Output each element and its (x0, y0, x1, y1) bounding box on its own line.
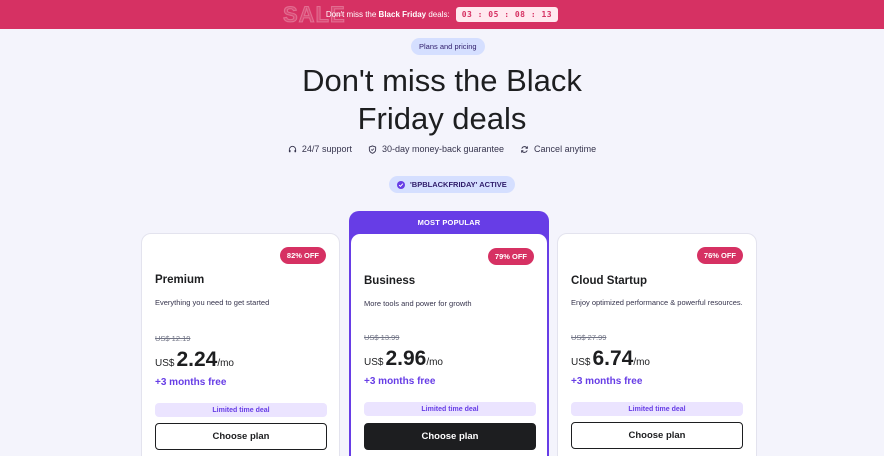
most-popular-ribbon: MOST POPULAR (417, 218, 481, 227)
feature-cancel: Cancel anytime (520, 144, 596, 154)
coupon-badge: 'BPBLACKFRIDAY' ACTIVE (389, 176, 515, 193)
choose-plan-button[interactable]: Choose plan (155, 423, 327, 450)
choose-plan-button[interactable]: Choose plan (364, 423, 536, 450)
original-price: US$ 12.19 (155, 334, 191, 343)
most-popular-wrapper: MOST POPULAR 79% OFF Business More tools… (349, 211, 549, 456)
feature-list: 24/7 support 30-day money-back guarantee… (0, 144, 884, 154)
plan-card-premium: 82% OFF Premium Everything you need to g… (141, 233, 340, 456)
feature-support: 24/7 support (288, 144, 352, 154)
choose-plan-button[interactable]: Choose plan (571, 422, 743, 449)
bonus-months: +3 months free (364, 376, 436, 387)
plan-name: Business (364, 275, 416, 287)
check-circle-icon (397, 180, 405, 189)
discount-badge: 82% OFF (279, 247, 326, 264)
bonus-months: +3 months free (155, 377, 227, 388)
promo-banner: SALE Don't miss the Black Friday deals: … (0, 0, 884, 29)
bonus-months: +3 months free (571, 376, 643, 387)
shield-icon (368, 144, 377, 154)
original-price: US$ 13.99 (364, 333, 400, 342)
sale-watermark: SALE (283, 2, 346, 28)
original-price: US$ 27.99 (571, 333, 607, 342)
plan-name: Premium (155, 274, 205, 286)
limited-deal-tag: Limited time deal (571, 402, 743, 416)
plan-card-business: 79% OFF Business More tools and power fo… (351, 234, 547, 456)
plan-description: Enjoy optimized performance & powerful r… (571, 298, 743, 307)
plan-description: Everything you need to get started (155, 298, 270, 307)
page-title: Don't miss the Black Friday deals (302, 63, 582, 136)
feature-guarantee: 30-day money-back guarantee (368, 144, 504, 154)
plan-description: More tools and power for growth (364, 299, 472, 308)
plans-pricing-pill: Plans and pricing (411, 38, 485, 55)
limited-deal-tag: Limited time deal (155, 403, 327, 417)
countdown-timer: 03 : 05 : 08 : 13 (455, 7, 559, 22)
discount-badge: 79% OFF (487, 248, 534, 265)
plan-card-cloud-startup: 76% OFF Cloud Startup Enjoy optimized pe… (557, 233, 757, 456)
limited-deal-tag: Limited time deal (364, 402, 536, 416)
headset-icon (288, 145, 297, 152)
price: US$ 6.74 /mo (571, 347, 650, 370)
discount-badge: 76% OFF (696, 247, 743, 264)
refresh-icon (521, 145, 528, 153)
price: US$ 2.24 /mo (155, 348, 234, 371)
price: US$ 2.96 /mo (364, 347, 443, 370)
plan-name: Cloud Startup (571, 275, 648, 287)
